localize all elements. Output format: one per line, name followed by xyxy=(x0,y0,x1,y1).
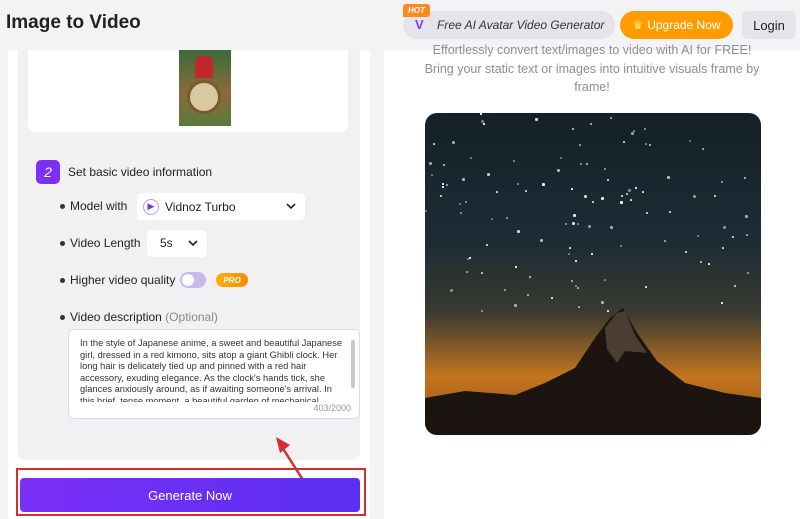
tagline-line-1: Effortlessly convert text/images to vide… xyxy=(432,43,752,57)
tagline-line-3: frame! xyxy=(574,80,610,94)
step-number-badge: 2 xyxy=(36,160,60,184)
upgrade-label: Upgrade Now xyxy=(647,18,721,32)
vidnoz-logo-icon: V xyxy=(415,17,424,32)
character-count: 403/2000 xyxy=(313,403,351,413)
chevron-down-icon xyxy=(286,203,296,210)
higher-quality-label: Higher video quality xyxy=(70,273,176,287)
video-description-text: In the style of Japanese anime, a sweet … xyxy=(80,338,343,402)
textarea-scrollbar[interactable] xyxy=(351,340,355,388)
avatar-generator-promo[interactable]: V Free AI Avatar Video Generator xyxy=(403,11,615,39)
hot-badge: HOT xyxy=(403,4,430,17)
optional-hint: (Optional) xyxy=(165,310,218,324)
uploaded-image-box[interactable] xyxy=(28,50,348,132)
generate-button[interactable]: Generate Now xyxy=(20,478,360,512)
preview-image xyxy=(425,113,761,435)
chevron-down-icon xyxy=(188,240,198,247)
crown-icon: ♛ xyxy=(632,18,644,32)
model-value: Vidnoz Turbo xyxy=(165,199,236,214)
upgrade-button[interactable]: ♛ Upgrade Now xyxy=(620,11,733,39)
video-length-label: Video Length xyxy=(70,236,141,250)
thumbnail-figure xyxy=(195,56,213,78)
model-select[interactable]: ▶ Vidnoz Turbo xyxy=(137,193,305,220)
settings-panel: 2 Set basic video information Model with… xyxy=(8,50,370,519)
bullet-dot xyxy=(60,278,65,283)
step-title: Set basic video information xyxy=(68,165,213,179)
uploaded-image-thumbnail xyxy=(179,50,231,126)
vidnoz-model-icon: ▶ xyxy=(143,198,159,215)
bullet-dot xyxy=(60,241,65,246)
promo-text: Free AI Avatar Video Generator xyxy=(437,18,605,32)
tagline-line-2: Bring your static text or images into in… xyxy=(424,62,760,76)
preview-panel: Effortlessly convert text/images to vide… xyxy=(384,43,800,519)
video-length-select[interactable]: 5s xyxy=(147,230,207,257)
pro-badge: PRO xyxy=(216,273,248,287)
toggle-knob xyxy=(182,274,194,286)
page-title: Image to Video xyxy=(6,12,141,33)
login-button[interactable]: Login xyxy=(742,11,796,39)
video-description-title: Video description xyxy=(70,310,162,324)
higher-quality-toggle[interactable] xyxy=(180,272,206,288)
model-label: Model with xyxy=(70,199,128,213)
video-length-value: 5s xyxy=(160,236,173,250)
video-description-textarea[interactable]: In the style of Japanese anime, a sweet … xyxy=(68,329,360,419)
mountain-silhouette xyxy=(425,308,761,435)
settings-card: 2 Set basic video information Model with… xyxy=(18,50,360,460)
bullet-dot xyxy=(60,204,65,209)
video-description-label: Video description (Optional) xyxy=(70,310,218,324)
thumbnail-clock xyxy=(187,80,221,114)
bullet-dot xyxy=(60,315,65,320)
